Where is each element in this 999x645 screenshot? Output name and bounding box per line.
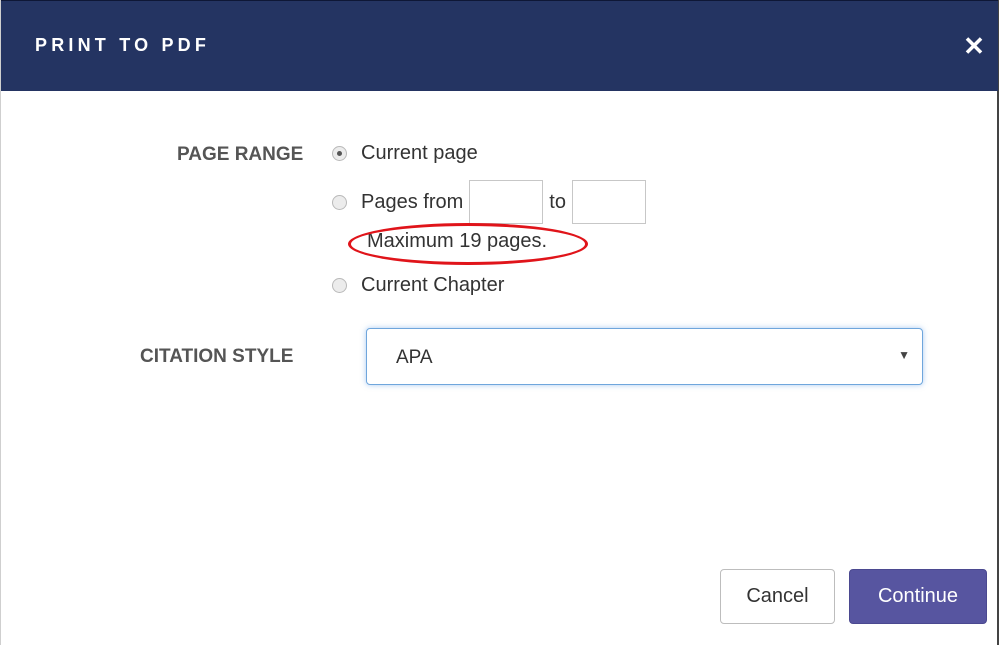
citation-style-select[interactable]: APA ▼ bbox=[366, 328, 923, 385]
dialog-title: PRINT TO PDF bbox=[35, 35, 211, 55]
dialog-header: PRINT TO PDF ✕ bbox=[1, 0, 998, 91]
radio-current-page[interactable]: Current page bbox=[332, 142, 478, 165]
radio-current-chapter[interactable]: Current Chapter bbox=[332, 274, 504, 297]
citation-style-label: CITATION STYLE bbox=[140, 346, 294, 367]
radio-label-current-page: Current page bbox=[361, 142, 478, 164]
page-range-label: PAGE RANGE bbox=[177, 144, 304, 165]
annotation-highlight-circle bbox=[348, 223, 588, 265]
chevron-down-icon: ▼ bbox=[898, 348, 910, 362]
radio-button[interactable] bbox=[332, 278, 347, 293]
radio-label-current-chapter: Current Chapter bbox=[361, 274, 505, 296]
radio-button-checked[interactable] bbox=[332, 146, 347, 161]
cancel-button[interactable]: Cancel bbox=[720, 569, 835, 624]
to-label: to bbox=[549, 190, 566, 213]
radio-pages-from[interactable]: Pages from to bbox=[332, 180, 646, 224]
radio-button[interactable] bbox=[332, 194, 347, 210]
print-to-pdf-dialog: PRINT TO PDF ✕ PAGE RANGE Current page P… bbox=[0, 0, 999, 645]
page-to-input[interactable] bbox=[571, 180, 646, 224]
continue-button[interactable]: Continue bbox=[849, 569, 987, 624]
page-from-input[interactable] bbox=[469, 180, 544, 224]
close-icon[interactable]: ✕ bbox=[959, 31, 989, 61]
citation-style-value: APA bbox=[396, 347, 433, 368]
radio-label-pages-from: Pages from bbox=[361, 190, 464, 213]
